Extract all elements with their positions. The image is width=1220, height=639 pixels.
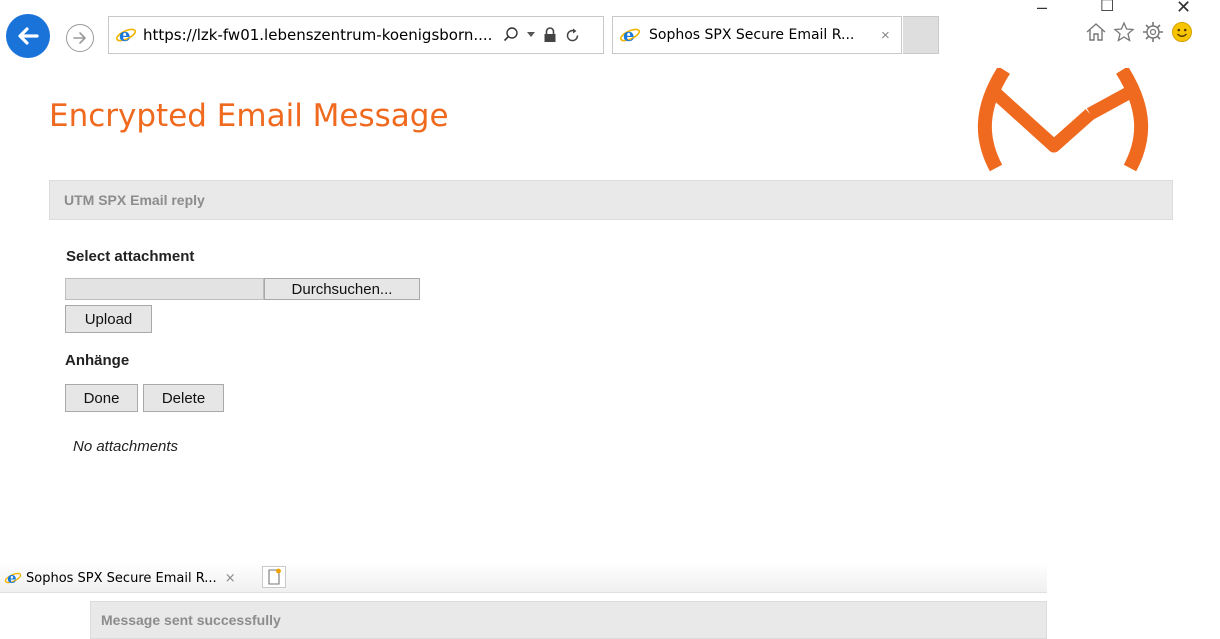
select-attachment-label: Select attachment bbox=[66, 248, 195, 265]
svg-text:e: e bbox=[7, 570, 16, 587]
no-attachments-text: No attachments bbox=[73, 438, 179, 455]
second-window-tab-close-icon[interactable]: × bbox=[225, 571, 236, 586]
done-button[interactable]: Done bbox=[65, 384, 138, 412]
file-path-field[interactable] bbox=[65, 278, 264, 300]
favorites-star-icon[interactable] bbox=[1112, 20, 1136, 44]
refresh-icon[interactable] bbox=[565, 28, 580, 43]
section-header-label: UTM SPX Email reply bbox=[64, 192, 205, 208]
arrow-left-icon bbox=[18, 27, 39, 45]
settings-gear-icon[interactable] bbox=[1141, 20, 1165, 44]
ie-logo-icon: e bbox=[619, 25, 641, 46]
ie-logo-icon: e bbox=[4, 570, 22, 587]
back-button[interactable] bbox=[6, 14, 50, 58]
browse-button[interactable]: Durchsuchen... bbox=[264, 278, 420, 300]
file-input[interactable]: Durchsuchen... bbox=[65, 278, 420, 300]
forward-button[interactable] bbox=[66, 24, 94, 52]
tab-close-icon[interactable]: × bbox=[881, 27, 890, 44]
second-window-tab[interactable]: e Sophos SPX Secure Email R... × bbox=[4, 566, 236, 590]
sophos-envelope-logo-icon bbox=[977, 68, 1149, 172]
search-icon[interactable] bbox=[503, 27, 519, 43]
tab-title: Sophos SPX Secure Email R... bbox=[649, 27, 855, 43]
new-page-icon bbox=[268, 568, 281, 585]
tab-sophos-spx[interactable]: e Sophos SPX Secure Email R... × bbox=[612, 16, 902, 54]
svg-text:e: e bbox=[623, 25, 634, 46]
upload-button[interactable]: Upload bbox=[65, 305, 152, 333]
minimize-button[interactable]: – bbox=[1037, 0, 1047, 18]
second-window-new-tab-button[interactable] bbox=[262, 566, 286, 588]
section-header: UTM SPX Email reply bbox=[49, 180, 1173, 220]
address-text[interactable]: https://lzk-fw01.lebenszentrum-koenigsbo… bbox=[143, 26, 495, 44]
arrow-right-icon bbox=[73, 32, 86, 44]
new-tab-button[interactable] bbox=[903, 16, 939, 54]
svg-text:e: e bbox=[119, 25, 130, 46]
dropdown-arrow-icon[interactable] bbox=[527, 32, 535, 38]
success-message-bar: Message sent successfully bbox=[90, 601, 1047, 639]
ie-logo-icon: e bbox=[115, 25, 137, 46]
delete-button[interactable]: Delete bbox=[143, 384, 224, 412]
close-window-button[interactable]: ✕ bbox=[1176, 0, 1191, 18]
page-title: Encrypted Email Message bbox=[49, 98, 449, 134]
attachments-label: Anhänge bbox=[65, 352, 130, 369]
success-message: Message sent successfully bbox=[101, 612, 281, 628]
home-icon[interactable] bbox=[1084, 20, 1108, 44]
lock-icon[interactable] bbox=[543, 27, 557, 43]
second-window-tab-title: Sophos SPX Secure Email R... bbox=[26, 570, 217, 586]
smiley-feedback-icon[interactable] bbox=[1170, 20, 1194, 44]
address-bar[interactable]: e https://lzk-fw01.lebenszentrum-koenigs… bbox=[108, 16, 604, 54]
maximize-button[interactable]: ☐ bbox=[1100, 0, 1114, 18]
